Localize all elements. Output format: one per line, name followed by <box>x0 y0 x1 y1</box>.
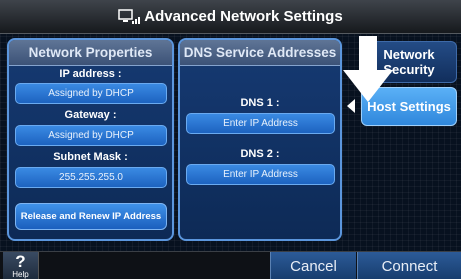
dns2-label: DNS 2 : <box>240 148 280 160</box>
subnet-mask-field[interactable]: 255.255.255.0 <box>15 167 167 188</box>
dns-service-header: DNS Service Addresses <box>180 40 340 66</box>
ip-address-field[interactable]: Assigned by DHCP <box>15 83 167 104</box>
dns1-label: DNS 1 : <box>240 97 280 109</box>
help-icon: ? <box>15 252 26 271</box>
gateway-field[interactable]: Assigned by DHCP <box>15 125 167 146</box>
ip-address-label: IP address : <box>59 68 122 80</box>
screen: Advanced Network Settings Network Proper… <box>0 0 461 279</box>
release-renew-ip-button[interactable]: Release and Renew IP Address <box>15 203 167 230</box>
bottom-bar: ? Help Cancel Connect <box>0 251 461 279</box>
down-arrow-pointer-icon <box>343 36 393 102</box>
page-title: Advanced Network Settings <box>144 8 343 25</box>
cancel-button[interactable]: Cancel <box>270 252 356 279</box>
network-icon <box>118 8 141 24</box>
help-button[interactable]: ? Help <box>3 252 39 279</box>
dns2-field[interactable]: Enter IP Address <box>186 164 335 185</box>
gateway-label: Gateway : <box>64 109 117 121</box>
network-properties-header: Network Properties <box>9 40 172 66</box>
network-properties-panel: Network Properties IP address : Assigned… <box>7 38 174 241</box>
title-bar: Advanced Network Settings <box>0 0 461 34</box>
help-label: Help <box>12 270 29 279</box>
dns1-field[interactable]: Enter IP Address <box>186 113 335 134</box>
dns-service-panel: DNS Service Addresses DNS 1 : Enter IP A… <box>178 38 342 241</box>
subnet-mask-label: Subnet Mask : <box>53 151 128 163</box>
connect-button[interactable]: Connect <box>357 252 461 279</box>
